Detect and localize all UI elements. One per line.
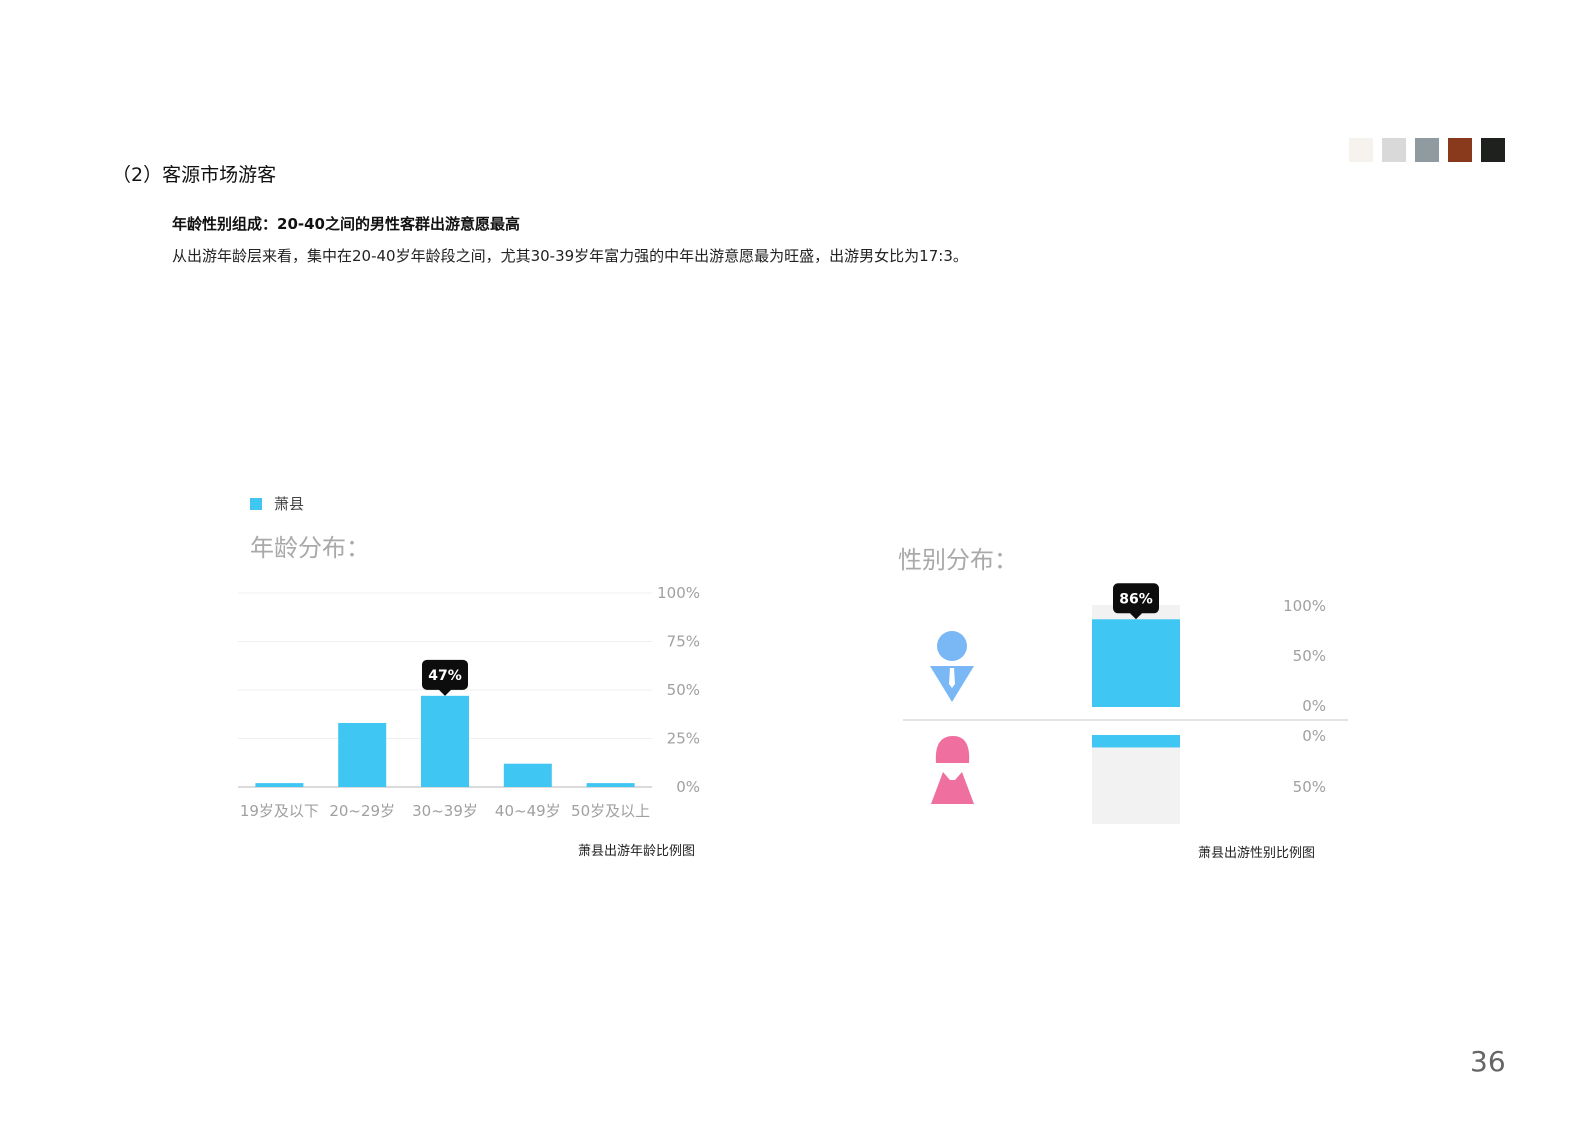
swatch-2: [1382, 138, 1406, 162]
gender-chart-caption: 萧县出游性别比例图: [1198, 846, 1316, 861]
upper-tick-0%: 0%: [1302, 697, 1326, 715]
age-chart-caption: 萧县出游年龄比例图: [578, 844, 696, 859]
upper-tick-100%: 100%: [1283, 597, 1326, 615]
female-track: [1092, 735, 1180, 824]
swatch-4: [1448, 138, 1472, 162]
gender-callout-label: 86%: [1119, 591, 1153, 607]
female-head-icon: [935, 736, 970, 763]
swatch-5: [1481, 138, 1505, 162]
bar-male: [1092, 619, 1180, 707]
female-body-icon: [931, 772, 974, 804]
gender-distribution-chart: 86% 100% 50% 0% 0% 50%: [903, 583, 1348, 824]
male-tie-icon: [949, 668, 955, 688]
lower-tick-0%: 0%: [1302, 727, 1326, 745]
page-number: 36: [1470, 1045, 1506, 1078]
upper-tick-50%: 50%: [1293, 647, 1326, 665]
bar-female: [1092, 735, 1180, 748]
swatch-3: [1415, 138, 1439, 162]
male-head-icon: [937, 631, 967, 661]
lower-tick-50%: 50%: [1293, 778, 1326, 796]
color-swatches: [1349, 138, 1505, 162]
